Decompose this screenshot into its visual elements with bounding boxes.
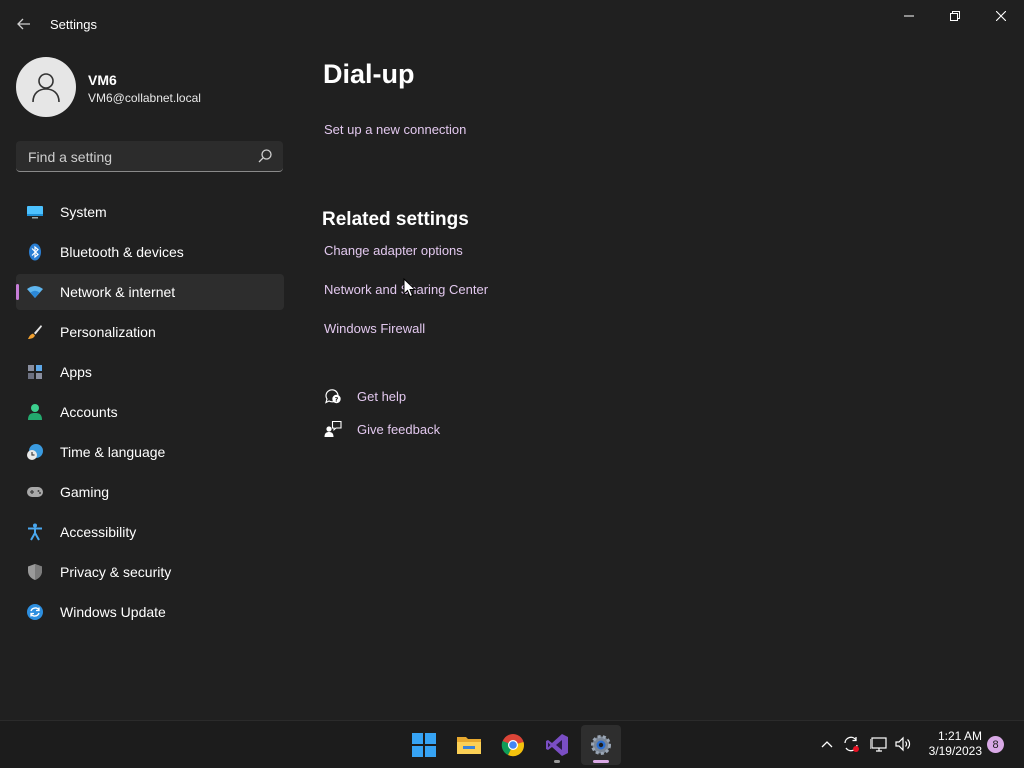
sidebar-item-system[interactable]: System <box>16 194 284 230</box>
chrome-icon <box>501 734 524 757</box>
setup-connection-link[interactable]: Set up a new connection <box>324 122 466 137</box>
monitor-icon <box>26 203 44 221</box>
sidebar-item-label: Bluetooth & devices <box>60 244 184 260</box>
sidebar-item-label: Apps <box>60 364 92 380</box>
shield-icon <box>26 563 44 581</box>
help-chat-icon: ? <box>325 389 341 404</box>
visual-studio-icon <box>546 734 568 756</box>
change-adapter-options-link[interactable]: Change adapter options <box>324 243 463 258</box>
close-icon <box>996 11 1006 21</box>
search-icon[interactable] <box>257 148 273 164</box>
active-indicator <box>593 760 609 763</box>
taskbar-settings[interactable] <box>581 725 621 765</box>
chevron-up-icon[interactable] <box>818 735 836 753</box>
back-button[interactable] <box>10 10 38 38</box>
brush-icon <box>26 323 44 341</box>
give-feedback-label: Give feedback <box>357 422 441 437</box>
sidebar-item-bluetooth[interactable]: Bluetooth & devices <box>16 234 284 270</box>
sidebar-item-gaming[interactable]: Gaming <box>16 474 284 510</box>
search-box <box>16 141 283 172</box>
apps-icon <box>26 363 44 381</box>
restore-button[interactable] <box>932 0 978 32</box>
sidebar-item-label: Privacy & security <box>60 564 172 580</box>
sidebar-item-accessibility[interactable]: Accessibility <box>16 514 284 550</box>
sidebar-item-label: Network & internet <box>60 284 176 300</box>
sidebar-item-accounts[interactable]: Accounts <box>16 394 284 430</box>
gamepad-icon <box>26 483 44 501</box>
search-input[interactable] <box>26 147 250 167</box>
clock-globe-icon <box>26 443 44 461</box>
user-name: VM6 <box>88 72 117 88</box>
running-indicator <box>554 760 560 763</box>
taskbar: 1:21 AM 3/19/2023 8 <box>0 720 1024 768</box>
user-email: VM6@collabnet.local <box>88 91 201 105</box>
nav-list: System Bluetooth & devices Network & int… <box>16 194 284 634</box>
wifi-icon <box>26 283 44 301</box>
clock-time: 1:21 AM <box>937 729 982 743</box>
app-title: Settings <box>50 17 97 32</box>
folder-icon <box>457 737 481 754</box>
sync-icon[interactable] <box>842 735 860 753</box>
sidebar-item-label: Personalization <box>60 324 156 340</box>
main-content: Dial-up Set up a new connection Related … <box>300 48 1024 720</box>
windows-logo-icon <box>412 733 436 757</box>
sidebar-item-network[interactable]: Network & internet <box>16 274 284 310</box>
page-title: Dial-up <box>323 59 415 89</box>
volume-icon[interactable] <box>894 735 912 753</box>
taskbar-visual-studio[interactable] <box>537 725 577 765</box>
windows-firewall-link[interactable]: Windows Firewall <box>324 321 425 336</box>
settings-window: Settings VM6 VM6@collabnet.local System <box>0 0 1024 720</box>
network-icon[interactable] <box>870 735 888 753</box>
minimize-icon <box>904 15 914 17</box>
clock-date: 3/19/2023 <box>928 744 982 758</box>
mouse-cursor-icon <box>403 278 417 298</box>
accessibility-icon <box>26 523 44 541</box>
taskbar-chrome[interactable] <box>493 725 533 765</box>
sidebar-item-label: Windows Update <box>60 604 166 620</box>
close-button[interactable] <box>978 0 1024 32</box>
taskbar-start[interactable] <box>404 725 444 765</box>
related-settings-heading: Related settings <box>322 209 469 230</box>
get-help-label: Get help <box>357 389 407 404</box>
sidebar-item-label: Gaming <box>60 484 110 500</box>
sidebar-item-time-language[interactable]: Time & language <box>16 434 284 470</box>
arrow-left-icon <box>17 18 30 30</box>
title-bar: Settings <box>0 0 1024 48</box>
minimize-button[interactable] <box>886 0 932 32</box>
sidebar-item-label: Accessibility <box>60 524 137 540</box>
sidebar-item-apps[interactable]: Apps <box>16 354 284 390</box>
person-icon <box>32 73 60 103</box>
notification-badge[interactable]: 8 <box>987 736 1004 753</box>
sidebar-item-label: Accounts <box>60 404 118 420</box>
sidebar-item-label: Time & language <box>60 444 166 460</box>
bluetooth-icon <box>26 243 44 261</box>
avatar[interactable] <box>16 57 76 117</box>
sidebar-item-personalization[interactable]: Personalization <box>16 314 284 350</box>
sidebar-item-label: System <box>60 204 107 220</box>
sidebar: VM6 VM6@collabnet.local System Bluetooth… <box>0 48 300 720</box>
svg-text:?: ? <box>335 395 339 403</box>
account-icon <box>26 403 44 421</box>
sidebar-item-windows-update[interactable]: Windows Update <box>16 594 284 630</box>
clock[interactable]: 1:21 AM 3/19/2023 <box>920 729 982 759</box>
taskbar-file-explorer[interactable] <box>449 725 489 765</box>
feedback-icon <box>324 420 342 437</box>
sidebar-item-privacy[interactable]: Privacy & security <box>16 554 284 590</box>
gear-icon <box>591 735 611 755</box>
restore-icon <box>950 11 960 21</box>
update-icon <box>26 603 44 621</box>
